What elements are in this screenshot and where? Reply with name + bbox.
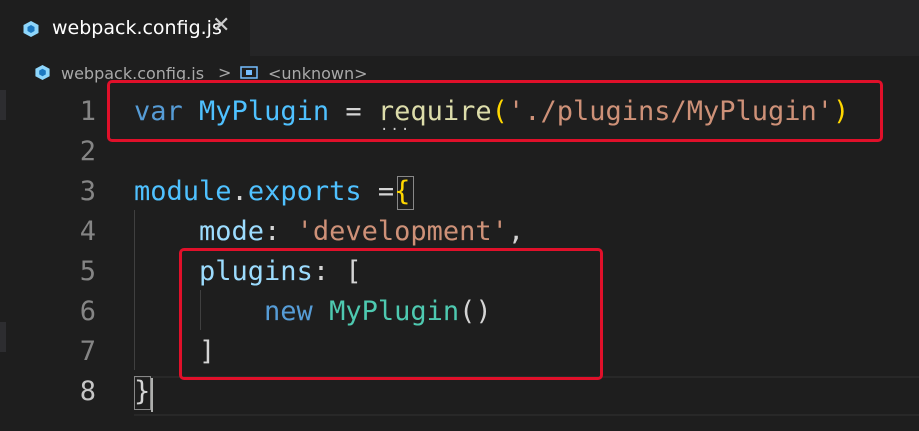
editor-tab-bar: webpack.config.js ✕ (0, 0, 919, 56)
code-line[interactable]: 7 ] (0, 332, 919, 372)
code-token: { (394, 176, 411, 207)
webpack-cube-icon (35, 64, 50, 81)
code-token: [ (345, 256, 362, 287)
code-line[interactable]: 8} (0, 372, 919, 412)
breadcrumb-symbol[interactable]: <unknown> (268, 64, 368, 83)
code-text: mode: 'development', (134, 212, 524, 252)
code-line[interactable]: 3 module.exports ={ (0, 172, 919, 212)
code-token: . (231, 176, 248, 207)
tab-webpack-config[interactable]: webpack.config.js ✕ (0, 0, 250, 56)
line-number: 3 (79, 176, 96, 207)
code-line[interactable]: 1 var MyPlugin = require('./plugins/MyPlu… (0, 92, 919, 132)
code-token: plugins (199, 256, 313, 287)
code-token: : (312, 256, 346, 287)
line-number: 2 (79, 136, 96, 167)
code-token: './plugins/MyPlugin' (507, 96, 834, 127)
line-number: 6 (79, 296, 96, 327)
code-token: new (264, 296, 313, 327)
code-token: module (134, 176, 232, 207)
line-number: 7 (79, 336, 96, 367)
code-text: new MyPlugin() (134, 292, 492, 332)
code-token: ) (833, 96, 850, 127)
close-icon[interactable]: ✕ (212, 13, 230, 39)
code-token: ( (491, 96, 508, 127)
line-number: 4 (79, 216, 96, 247)
code-token: require (377, 96, 492, 127)
line-number: 8 (79, 376, 96, 407)
line-number: 1 (79, 96, 96, 127)
breadcrumb-separator: > (218, 63, 232, 82)
code-token: MyPlugin (199, 96, 330, 127)
code-token: MyPlugin (329, 296, 460, 327)
code-token: : (264, 216, 297, 247)
code-text: plugins: [ (134, 252, 362, 292)
code-line[interactable]: 4 mode: 'development', (0, 212, 919, 252)
symbol-variable-icon (240, 66, 258, 79)
webpack-cube-icon (23, 21, 39, 37)
code-line[interactable]: 2 (0, 132, 919, 172)
code-token: () (459, 296, 492, 327)
code-token: = (361, 176, 395, 207)
code-editor[interactable]: ... 1 var MyPlugin = require('./plugins/M… (0, 90, 919, 431)
code-token: = (329, 96, 378, 127)
code-token: ] (199, 336, 216, 367)
line-number: 5 (79, 256, 96, 287)
tab-label: webpack.config.js (52, 17, 222, 39)
code-text: } (134, 372, 150, 412)
code-text: ] (134, 332, 215, 372)
code-text: var MyPlugin = require('./plugins/MyPlug… (134, 92, 849, 132)
code-line[interactable]: 6 new MyPlugin() (0, 292, 919, 332)
code-token: mode (199, 216, 265, 247)
code-text: module.exports ={ (134, 172, 410, 212)
breadcrumb-file[interactable]: webpack.config.js (61, 64, 204, 83)
code-token: } (134, 376, 151, 407)
code-token: 'development' (296, 216, 508, 247)
code-token: , (507, 216, 525, 247)
code-line[interactable]: 5 plugins: [ (0, 252, 919, 292)
code-token: exports (247, 176, 362, 207)
code-token: var (134, 96, 183, 127)
